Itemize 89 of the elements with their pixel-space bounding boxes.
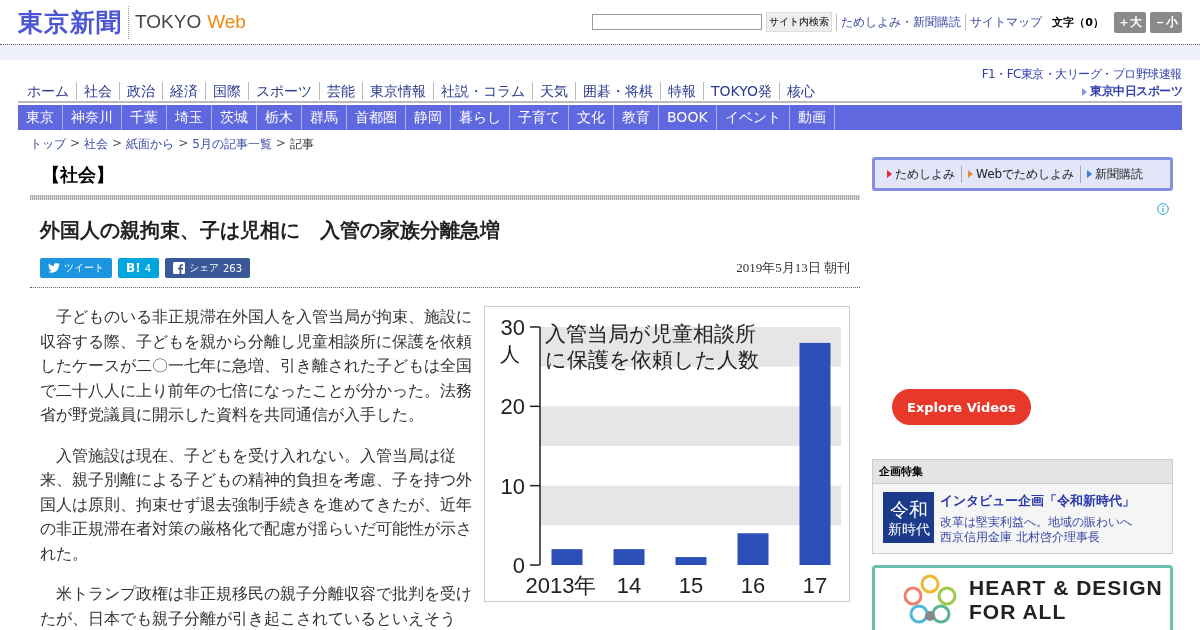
y-axis-unit: 人	[500, 342, 520, 366]
breadcrumb-current: 記事	[289, 136, 314, 153]
x-tick-label: 17	[802, 573, 828, 597]
subnav-item[interactable]: 文化	[569, 105, 614, 130]
info-icon[interactable]	[1157, 203, 1169, 215]
nav-item[interactable]: 社説・コラム	[433, 82, 532, 100]
site-logo[interactable]: 東京新聞	[18, 5, 129, 39]
square-logo-icon	[173, 262, 185, 274]
bar	[613, 549, 645, 565]
promo-link[interactable]: 新聞購読	[1080, 165, 1150, 183]
subnav-item[interactable]: イベント	[716, 105, 790, 130]
nav-item[interactable]: 政治	[119, 82, 162, 100]
subnav-item[interactable]: 首都圏	[347, 105, 406, 130]
nav-item[interactable]: 芸能	[319, 82, 362, 100]
feature-link[interactable]: 改革は堅実利益へ。地域の賑わいへ	[940, 515, 1135, 530]
x-tick-label: 2013年	[525, 573, 597, 597]
article-paragraph: 米トランプ政権は非正規移民の親子分離収容で批判を受けたが、日本でも親子分離が引き起こされているといえそう	[40, 583, 472, 630]
subnav-item[interactable]: 茨城	[212, 105, 257, 130]
breadcrumb-link[interactable]: 5月の記事一覧	[192, 136, 272, 153]
feature-heading: 企画特集	[873, 460, 1172, 484]
article-date: 2019年5月13日 朝刊	[736, 259, 850, 277]
nav-item[interactable]: 東京情報	[362, 82, 433, 100]
feature-thumbnail[interactable]: 令和 新時代	[883, 492, 934, 543]
breadcrumb-link[interactable]: 紙面から	[126, 136, 175, 153]
explore-videos-button[interactable]: Explore Videos	[892, 389, 1031, 425]
nav-item[interactable]: 囲碁・将棋	[575, 82, 660, 100]
sports-caption[interactable]: F1・FC東京・大リーグ・プロ野球速報	[981, 66, 1182, 83]
subnav-item[interactable]: 動画	[789, 105, 835, 130]
promo-link[interactable]: Webでためしよみ	[961, 165, 1081, 183]
y-tick-label: 30	[500, 315, 525, 340]
x-tick-label: 14	[616, 573, 642, 597]
article-paragraph: 子どものいる非正規滞在外国人を入管当局が拘束、施設に収容する際、子どもを親から分離し児童相談所に保護を依頼したケースが二〇一七年に急増、引き離された子どもは全国で二十八人に上り前年の七倍になったことが分かった。法務省が野党議員に開示した資料を共同通信が入手した。	[40, 306, 472, 426]
search-button[interactable]: サイト内検索	[766, 12, 833, 32]
nav-item[interactable]: 天気	[532, 82, 575, 100]
brand-text: TOKYO	[135, 11, 202, 33]
banner[interactable]: HEART & DESIGN FOR ALL	[872, 565, 1173, 630]
subnav-item[interactable]: 神奈川	[63, 105, 122, 130]
subnav-item[interactable]: BOOK	[659, 105, 717, 130]
subnav-item[interactable]: 教育	[614, 105, 659, 130]
breadcrumb-separator: >	[178, 136, 189, 152]
subnav-item[interactable]: 群馬	[302, 105, 347, 130]
sports-logo[interactable]: 東京中日スポーツ	[1082, 83, 1182, 100]
article-title: 外国人の親拘束、子は児相に 入管の家族分離急増	[40, 217, 501, 244]
x-tick-label: 16	[740, 573, 766, 597]
promo-link[interactable]: ためしよみ	[881, 165, 961, 183]
bar	[737, 533, 769, 565]
feature-link[interactable]: 西京信用金庫 北村啓介理事長	[940, 530, 1135, 545]
breadcrumb-separator: >	[275, 136, 286, 152]
breadcrumb-link[interactable]: 社会	[84, 136, 109, 153]
subnav-item[interactable]: 静岡	[406, 105, 451, 130]
nav-item[interactable]: 特報	[660, 82, 703, 100]
subnav-item[interactable]: 栃木	[257, 105, 302, 130]
share-button[interactable]: シェア 263	[165, 258, 251, 278]
brand-accent-text: Web	[207, 11, 246, 33]
chart-title: に保護を依頼した人数	[545, 348, 759, 372]
search-field[interactable]	[592, 14, 763, 30]
flower-logo-icon	[903, 574, 957, 626]
breadcrumb-link[interactable]: トップ	[30, 136, 66, 153]
nav-item[interactable]: 国際	[205, 82, 248, 100]
nav-item[interactable]: 経済	[162, 82, 205, 100]
section-heading: 【社会】	[41, 163, 115, 187]
breadcrumb-separator: >	[112, 136, 123, 152]
x-tick-label: 15	[678, 573, 704, 597]
header-link[interactable]: サイトマップ	[965, 13, 1043, 31]
bar	[551, 549, 583, 565]
banner-text: HEART & DESIGN	[969, 576, 1163, 600]
nav-item[interactable]: ホーム	[20, 82, 76, 100]
subnav-item[interactable]: 千葉	[122, 105, 167, 130]
breadcrumb-separator: >	[70, 136, 81, 152]
nav-item[interactable]: 社会	[76, 82, 119, 100]
nav-item[interactable]: TOKYO発	[703, 82, 780, 100]
feature-title[interactable]: インタビュー企画「令和新時代」	[940, 492, 1135, 510]
article-paragraph: 入管施設は現在、子どもを受け入れない。入管当局は従来、親子別離による子どもの精神的負担を考慮、子を持つ外国人は原則、拘束せず退去強制手続きを進めてきたが、近年の非正規滞在者対策の厳格化で配慮が揺らいだ可能性が示された。	[40, 444, 472, 565]
header-link[interactable]: ためしよみ・新聞購読	[836, 13, 962, 31]
banner-text: FOR ALL	[969, 600, 1068, 624]
font-size-label: 文字（0）	[1052, 14, 1104, 30]
y-tick-label: 0	[512, 553, 525, 578]
y-tick-label: 10	[500, 473, 525, 499]
nav-item[interactable]: 核心	[779, 82, 823, 100]
nav-item[interactable]: スポーツ	[248, 82, 319, 100]
subnav-item[interactable]: 暮らし	[451, 105, 510, 130]
triangle-icon	[1082, 87, 1087, 96]
chart-title: 入管当局が児童相談所	[545, 322, 756, 346]
subnav-item[interactable]: 子育て	[510, 105, 569, 130]
subnav-item[interactable]: 埼玉	[167, 105, 212, 130]
y-tick-label: 20	[500, 394, 525, 420]
subnav-item[interactable]: 東京	[18, 105, 63, 130]
bird-icon	[48, 263, 60, 273]
bar	[675, 557, 707, 565]
